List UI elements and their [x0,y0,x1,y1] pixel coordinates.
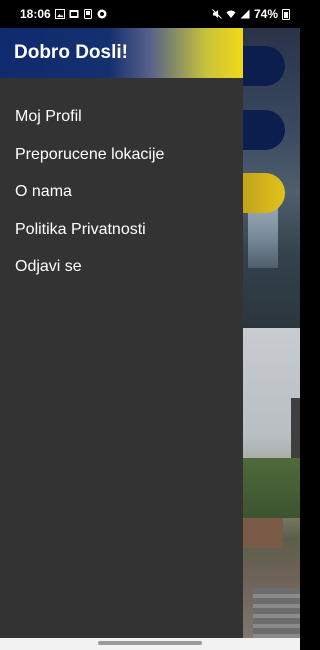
image-notification-icon [54,9,65,19]
menu-item-moj-profil[interactable]: Moj Profil [0,96,243,139]
circle-notification-icon [97,9,107,19]
background-button-1 [243,46,285,86]
city-tower [291,398,300,458]
navigation-drawer: Dobro Dosli! Moj Profil Preporucene loka… [0,28,243,638]
mute-icon [212,9,222,19]
system-navigation-bar [0,638,300,650]
city-stairs [253,588,300,638]
drawer-title: Dobro Dosli! [14,42,128,63]
wifi-icon [226,10,236,18]
battery-icon [282,8,290,20]
city-roof [243,518,283,548]
status-bar: 18:06 74% [0,0,300,28]
battery-percent: 74% [253,7,278,21]
menu-item-preporucene-lokacije[interactable]: Preporucene lokacije [0,134,243,177]
signal-icon [240,9,250,19]
menu-item-odjavi-se[interactable]: Odjavi se [0,246,243,289]
gallery-notification-icon [69,10,79,18]
menu-item-politika-privatnosti[interactable]: Politika Privatnosti [0,209,243,252]
status-left: 18:06 [20,7,107,21]
background-button-3 [243,173,285,213]
status-right: 74% [212,7,290,21]
drawer-header: Dobro Dosli! [0,28,243,78]
background-app-content [243,28,300,638]
drawer-menu: Moj Profil Preporucene lokacije O nama P… [0,78,243,289]
background-button-2 [243,110,285,150]
home-gesture-handle[interactable] [98,641,202,645]
city-hill [243,458,300,518]
status-time: 18:06 [20,7,51,21]
menu-item-o-nama[interactable]: O nama [0,171,243,214]
app-notification-icon [83,9,92,19]
